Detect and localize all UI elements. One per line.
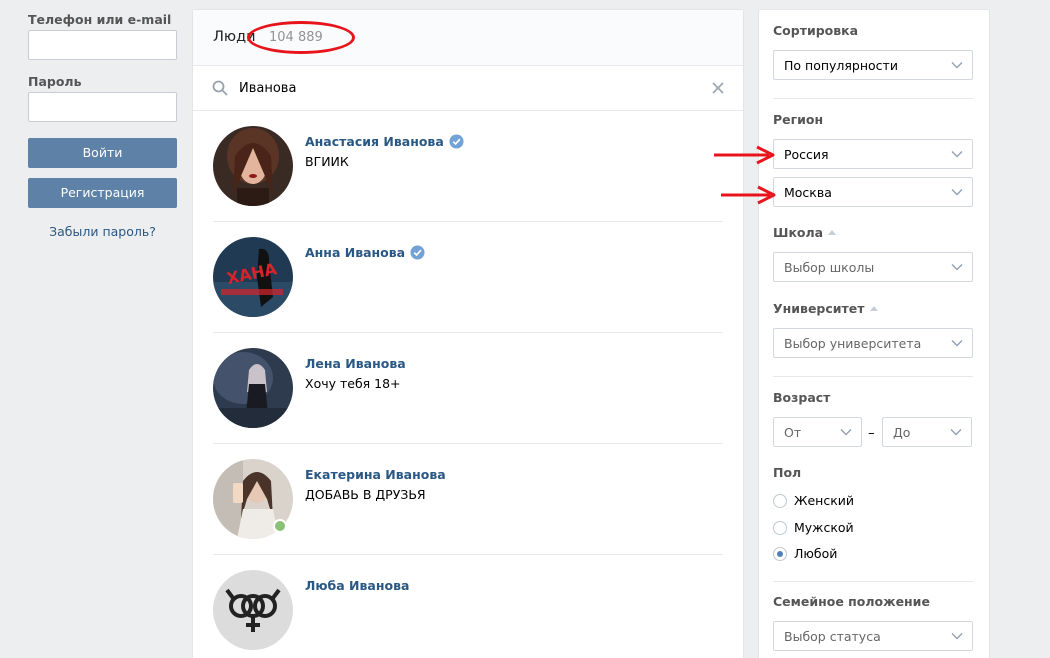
people-list-item: Екатерина Иванова ДОБАВЬ В ДРУЗЬЯ — [213, 444, 723, 555]
gender-option-label: Любой — [794, 546, 838, 561]
search-input[interactable] — [239, 76, 699, 100]
avatar[interactable]: ХАНА — [213, 237, 293, 317]
chevron-down-icon — [951, 62, 963, 69]
university-heading[interactable]: Университет — [773, 301, 878, 316]
age-from-value: От — [784, 425, 802, 440]
sort-select[interactable]: По популярности — [773, 50, 973, 80]
school-placeholder: Выбор школы — [784, 260, 875, 275]
clear-search-icon[interactable] — [711, 81, 725, 95]
country-select[interactable]: Россия — [773, 139, 973, 169]
people-list-item: Анастасия Иванова ВГИИК — [213, 111, 723, 222]
annotation-arrow — [714, 145, 775, 165]
age-from-select[interactable]: От — [773, 417, 862, 447]
divider — [773, 98, 973, 99]
collapse-arrow-icon — [828, 230, 837, 235]
gender-option-label: Мужской — [794, 520, 854, 535]
gender-option-label: Женский — [794, 493, 854, 508]
city-value: Москва — [784, 185, 832, 200]
chevron-down-icon — [951, 633, 963, 640]
person-status: Хочу тебя 18+ — [305, 376, 401, 391]
people-list-item: ХАНА Анна Иванова — [213, 222, 723, 333]
annotation-oval — [247, 21, 355, 54]
university-select[interactable]: Выбор университета — [773, 328, 973, 358]
register-button[interactable]: Регистрация — [28, 178, 177, 208]
avatar[interactable] — [213, 348, 293, 428]
people-search-card: Люди 104 889 Анастасия Иванова ВГИИК — [193, 10, 743, 658]
search-icon — [212, 80, 228, 96]
divider — [773, 376, 973, 377]
age-heading: Возраст — [773, 390, 831, 405]
city-select[interactable]: Москва — [773, 177, 973, 207]
marital-placeholder: Выбор статуса — [784, 629, 881, 644]
school-select[interactable]: Выбор школы — [773, 252, 973, 282]
sort-value: По популярности — [784, 58, 898, 73]
phone-label: Телефон или e-mail — [28, 12, 172, 27]
search-bar — [193, 66, 743, 111]
password-label: Пароль — [28, 74, 82, 89]
university-placeholder: Выбор университета — [784, 336, 922, 351]
login-button[interactable]: Войти — [28, 138, 177, 168]
school-heading[interactable]: Школа — [773, 225, 837, 240]
marital-select[interactable]: Выбор статуса — [773, 621, 973, 651]
chevron-down-icon — [840, 429, 852, 436]
people-list-item: Люба Иванова — [213, 555, 723, 658]
people-header: Люди 104 889 — [193, 10, 743, 66]
country-value: Россия — [784, 147, 829, 162]
chevron-down-icon — [951, 340, 963, 347]
verified-icon — [449, 134, 464, 149]
gender-heading: Пол — [773, 465, 802, 480]
annotation-arrow — [721, 185, 776, 205]
avatar[interactable] — [213, 126, 293, 206]
age-to-select[interactable]: До — [882, 417, 972, 447]
radio-circle — [773, 521, 787, 535]
phone-input[interactable] — [28, 30, 177, 60]
people-list-item: Лена Иванова Хочу тебя 18+ — [213, 333, 723, 444]
login-form: Телефон или e-mail Пароль Войти Регистра… — [28, 12, 177, 239]
region-heading: Регион — [773, 112, 824, 127]
person-name[interactable]: Екатерина Иванова — [305, 467, 446, 482]
person-status: ВГИИК — [305, 154, 349, 169]
chevron-down-icon — [951, 151, 963, 158]
sort-heading: Сортировка — [773, 23, 859, 38]
forgot-password-link[interactable]: Забыли пароль? — [28, 224, 177, 239]
password-input[interactable] — [28, 92, 177, 122]
person-name[interactable]: Лена Иванова — [305, 356, 406, 371]
radio-dot — [777, 551, 783, 557]
radio-circle — [773, 494, 787, 508]
person-name[interactable]: Люба Иванова — [305, 578, 409, 593]
age-to-value: До — [893, 425, 911, 440]
chevron-down-icon — [951, 189, 963, 196]
person-status: ДОБАВЬ В ДРУЗЬЯ — [305, 487, 426, 502]
person-name[interactable]: Анна Иванова — [305, 245, 425, 260]
chevron-down-icon — [950, 429, 962, 436]
age-range-dash: – — [868, 426, 875, 441]
verified-icon — [410, 245, 425, 260]
chevron-down-icon — [951, 264, 963, 271]
online-indicator — [273, 519, 287, 533]
collapse-arrow-icon — [869, 306, 878, 311]
marital-heading: Семейное положение — [773, 594, 930, 609]
person-name[interactable]: Анастасия Иванова — [305, 134, 464, 149]
search-filters: Сортировка По популярности Регион Россия… — [759, 10, 989, 658]
avatar[interactable] — [213, 570, 293, 650]
divider — [773, 581, 973, 582]
radio-circle-checked — [773, 547, 787, 561]
